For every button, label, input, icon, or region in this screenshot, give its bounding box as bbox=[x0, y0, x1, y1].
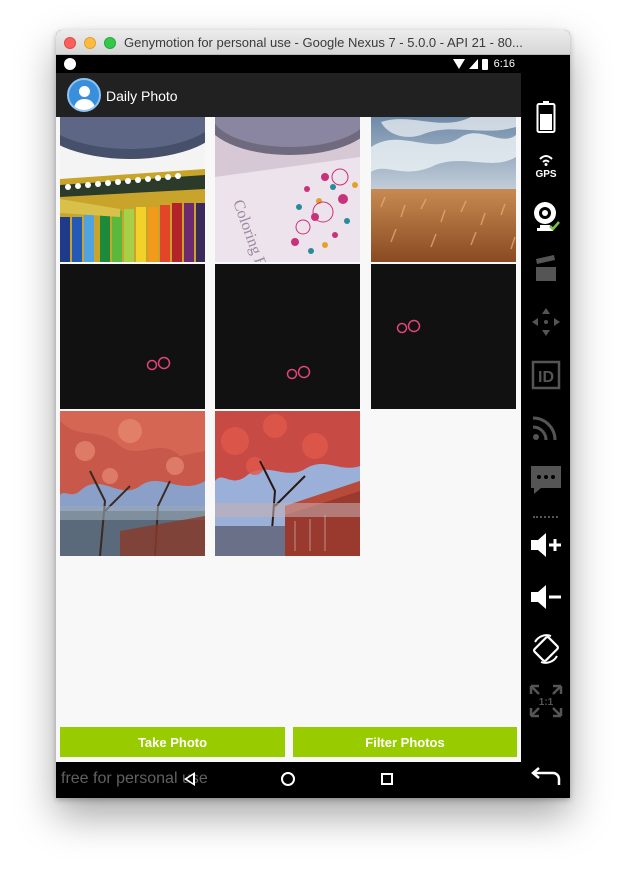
gps-label: GPS bbox=[535, 169, 556, 180]
back-icon bbox=[530, 767, 560, 785]
volume-down-button[interactable] bbox=[521, 575, 570, 619]
rotate-button[interactable] bbox=[521, 627, 570, 671]
device-back-button[interactable] bbox=[521, 755, 570, 798]
toolbar-more-button[interactable] bbox=[521, 795, 570, 798]
gps-icon: GPS bbox=[535, 155, 556, 180]
cast-icon bbox=[532, 416, 556, 441]
battery-widget[interactable] bbox=[521, 95, 570, 139]
ratio-label: 1:1 bbox=[538, 697, 553, 708]
photo-tile-autumn-tree[interactable] bbox=[215, 411, 360, 556]
genymotion-window: Genymotion for personal use - Google Nex… bbox=[56, 30, 570, 798]
genymotion-side-toolbar: GPS ID 1:1 bbox=[521, 55, 570, 798]
photo-grid: Coloring B Take Photo Filter Photos bbox=[56, 117, 521, 762]
volume-up-button[interactable] bbox=[521, 523, 570, 567]
user-avatar-icon[interactable] bbox=[67, 78, 101, 112]
photo-tile-wheat-field[interactable] bbox=[371, 117, 516, 262]
window-titlebar: Genymotion for personal use - Google Nex… bbox=[56, 30, 570, 55]
cast-widget[interactable] bbox=[521, 405, 570, 449]
photo-tile-loading[interactable] bbox=[215, 264, 360, 409]
move-icon bbox=[531, 308, 560, 336]
loading-indicator-icon bbox=[146, 356, 171, 371]
photo-tile-loading[interactable] bbox=[371, 264, 516, 409]
signal-icon bbox=[468, 59, 478, 69]
back-icon[interactable] bbox=[184, 772, 195, 786]
rotate-icon bbox=[532, 634, 559, 664]
photo-tile-coloring-book[interactable]: Coloring B bbox=[215, 117, 360, 262]
photo-tile-autumn-tree[interactable] bbox=[60, 411, 205, 556]
close-window-button[interactable] bbox=[64, 37, 76, 49]
home-icon[interactable] bbox=[281, 772, 295, 786]
sms-icon bbox=[530, 466, 561, 494]
recent-apps-icon[interactable] bbox=[381, 773, 393, 785]
filter-photos-button[interactable]: Filter Photos bbox=[293, 727, 517, 757]
wifi-icon bbox=[452, 59, 465, 69]
action-bar: Daily Photo bbox=[56, 73, 521, 117]
loading-indicator-icon bbox=[286, 365, 311, 380]
battery-icon bbox=[536, 101, 555, 133]
remote-control-widget[interactable] bbox=[521, 300, 570, 344]
device-id-widget[interactable]: ID bbox=[521, 353, 570, 397]
pixel-perfect-icon: 1:1 bbox=[529, 684, 562, 718]
android-screen: 6:16 Daily Photo Coloring B Take Photo F… bbox=[56, 55, 521, 798]
id-icon: ID bbox=[531, 360, 560, 390]
zoom-window-button[interactable] bbox=[104, 37, 116, 49]
id-label: ID bbox=[538, 369, 554, 386]
photo-tile-pencils[interactable] bbox=[60, 117, 205, 262]
webcam-widget[interactable] bbox=[521, 195, 570, 239]
status-bar: 6:16 bbox=[56, 55, 521, 73]
take-photo-button[interactable]: Take Photo bbox=[60, 727, 285, 757]
volume-down-icon bbox=[530, 585, 561, 609]
window-title: Genymotion for personal use - Google Nex… bbox=[124, 35, 523, 50]
capture-widget[interactable] bbox=[521, 247, 570, 291]
pixel-perfect-button[interactable]: 1:1 bbox=[521, 679, 570, 723]
loading-indicator-icon bbox=[396, 319, 421, 334]
clapperboard-icon bbox=[535, 255, 556, 281]
gps-widget[interactable]: GPS bbox=[521, 143, 570, 187]
status-time: 6:16 bbox=[493, 58, 515, 70]
photo-tile-loading[interactable] bbox=[60, 264, 205, 409]
minimize-window-button[interactable] bbox=[84, 37, 96, 49]
notification-dot-icon bbox=[64, 58, 76, 70]
webcam-icon bbox=[533, 202, 560, 231]
battery-icon bbox=[481, 58, 488, 70]
android-nav-bar: free for personal use bbox=[56, 762, 521, 798]
app-title: Daily Photo bbox=[106, 88, 178, 104]
volume-up-icon bbox=[530, 533, 561, 557]
sms-widget[interactable] bbox=[521, 458, 570, 502]
